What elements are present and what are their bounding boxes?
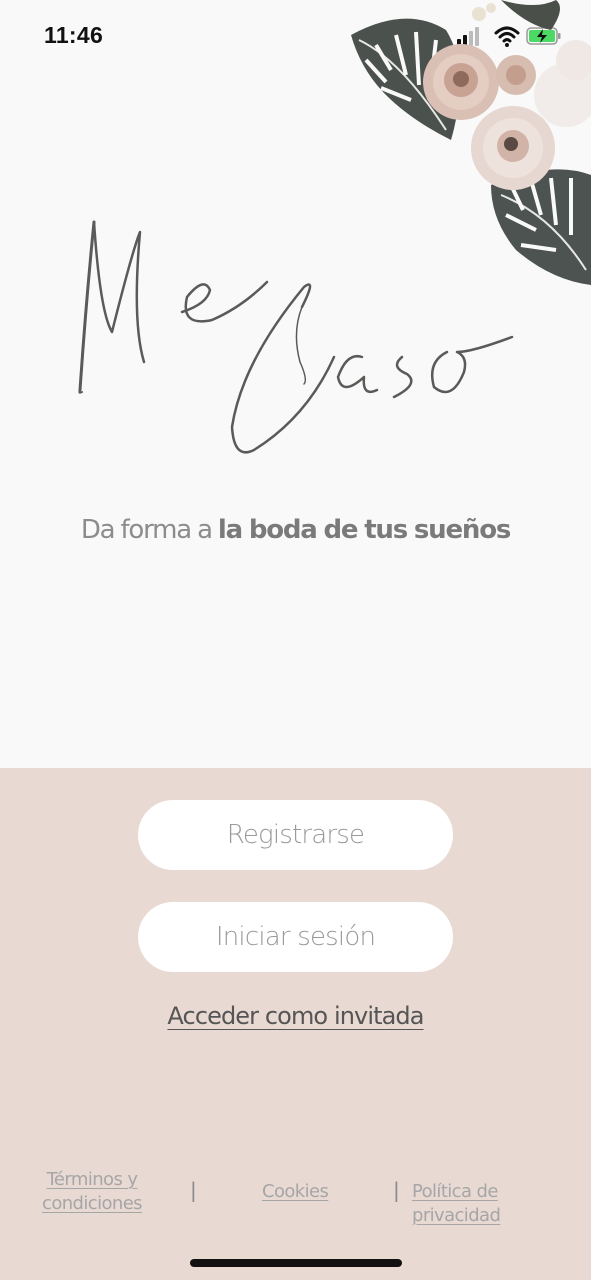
terms-link-line1: Términos y (46, 1169, 138, 1190)
status-time: 11:46 (44, 22, 104, 48)
cookies-link[interactable]: Cookies (262, 1180, 329, 1204)
tagline-emphasis: la boda de tus sueños (217, 515, 511, 545)
rose-small (496, 55, 536, 95)
footer: Términos y condiciones | Cookies | Polít… (0, 1168, 591, 1228)
home-indicator[interactable] (190, 1259, 402, 1267)
footer-separator: | (190, 1178, 197, 1202)
tagline: Da forma a la boda de tus sueños (0, 515, 591, 545)
guest-access-link[interactable]: Acceder como invitada (167, 1002, 424, 1030)
privacy-policy-link[interactable]: Política de privacidad (412, 1180, 591, 1228)
rose-lower (471, 106, 555, 190)
terms-link-line2: condiciones (42, 1193, 143, 1214)
register-button[interactable]: Registrarse (138, 800, 453, 870)
guest-access-link-container: Acceder como invitada (0, 1002, 591, 1030)
terms-link[interactable]: Términos y condiciones (40, 1168, 144, 1216)
rose-large (423, 44, 499, 120)
auth-panel: Registrarse Iniciar sesión Acceder como … (0, 768, 591, 1280)
login-button[interactable]: Iniciar sesión (138, 902, 453, 972)
tagline-prefix: Da forma a (80, 515, 218, 545)
footer-separator: | (393, 1178, 400, 1202)
me-caso-logo (78, 220, 514, 454)
